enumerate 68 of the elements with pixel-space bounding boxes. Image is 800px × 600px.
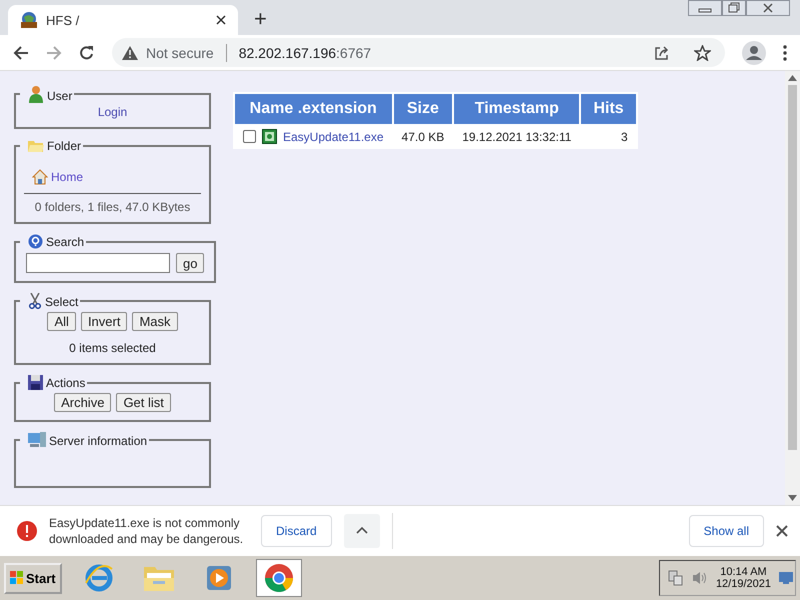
warning-icon bbox=[122, 46, 138, 60]
file-link[interactable]: EasyUpdate11.exe bbox=[283, 130, 384, 144]
minimize-icon[interactable] bbox=[688, 0, 722, 16]
folder-icon bbox=[142, 564, 175, 592]
taskbar-button[interactable] bbox=[256, 559, 302, 597]
go-button[interactable]: go bbox=[176, 253, 204, 273]
scroll-down-icon[interactable] bbox=[788, 495, 797, 501]
new-tab-button[interactable]: + bbox=[254, 7, 267, 31]
close-icon[interactable] bbox=[746, 0, 790, 16]
security-label: Not secure bbox=[146, 44, 214, 60]
action-button[interactable]: Mask bbox=[132, 312, 178, 331]
reload-icon[interactable] bbox=[79, 44, 95, 60]
panel-title: Server information bbox=[49, 434, 148, 448]
star-icon[interactable] bbox=[694, 44, 711, 60]
folder-stats: 0 folders, 1 files, 47.0 KBytes bbox=[34, 200, 192, 214]
column-header[interactable]: Size bbox=[394, 94, 452, 124]
restore-icon[interactable] bbox=[722, 0, 746, 16]
home-link[interactable]: Home bbox=[51, 170, 84, 184]
folder-icon bbox=[28, 139, 44, 153]
scroll-up-icon[interactable] bbox=[788, 75, 797, 81]
clock-date: 12/19/2021 bbox=[716, 578, 771, 590]
help-icon bbox=[28, 234, 43, 249]
selection-count: 0 items selected bbox=[68, 341, 157, 355]
exe-file-icon bbox=[262, 129, 277, 144]
row-checkbox[interactable] bbox=[243, 130, 256, 143]
share-icon[interactable] bbox=[654, 44, 670, 60]
close-icon[interactable] bbox=[776, 524, 788, 536]
discard-button[interactable]: Discard bbox=[261, 514, 332, 546]
person-icon bbox=[28, 85, 44, 103]
house-icon bbox=[32, 169, 48, 185]
scrollbar[interactable] bbox=[785, 71, 800, 505]
start-button[interactable]: Start bbox=[4, 562, 62, 594]
action-button[interactable]: Invert bbox=[80, 312, 128, 331]
browser-e-icon bbox=[84, 563, 114, 593]
action-button[interactable]: All bbox=[47, 312, 76, 331]
column-header[interactable]: Timestamp bbox=[454, 94, 580, 124]
clock-time: 10:14 AM bbox=[720, 566, 767, 578]
panel-title: Select bbox=[45, 295, 78, 309]
back-icon[interactable] bbox=[13, 44, 29, 60]
scissors-icon bbox=[28, 293, 42, 309]
download-warning: EasyUpdate11.exe is not commonly downloaded and may be dangerous. bbox=[49, 514, 244, 546]
panel-title: Actions bbox=[46, 376, 86, 390]
chevron-up-icon[interactable] bbox=[344, 514, 380, 548]
column-header[interactable]: Name .extension bbox=[235, 94, 392, 124]
show-desktop-icon[interactable] bbox=[779, 572, 793, 584]
windows-logo-icon bbox=[10, 571, 24, 585]
action-button[interactable]: Archive bbox=[54, 393, 112, 412]
panel-title: User bbox=[47, 89, 72, 103]
action-button[interactable]: Get list bbox=[116, 393, 171, 412]
scroll-thumb[interactable] bbox=[788, 85, 797, 450]
tab-title: HFS / bbox=[46, 12, 80, 28]
error-icon bbox=[17, 520, 37, 540]
url-text: 82.202.167.196:6767 bbox=[238, 44, 372, 60]
network-icon[interactable] bbox=[668, 570, 684, 586]
panel-title: Folder bbox=[47, 139, 82, 153]
menu-icon[interactable] bbox=[783, 44, 787, 60]
profile-icon[interactable] bbox=[742, 40, 766, 64]
close-icon[interactable] bbox=[216, 15, 226, 25]
show-all-button[interactable]: Show all bbox=[688, 514, 764, 546]
browser-tab[interactable]: HFS / bbox=[8, 5, 238, 35]
column-header[interactable]: Hits bbox=[581, 94, 636, 124]
search-field[interactable] bbox=[26, 253, 170, 273]
chrome-icon bbox=[264, 563, 294, 593]
media-player-icon bbox=[204, 564, 233, 592]
login-link[interactable]: Login bbox=[26, 105, 199, 119]
computer-icon bbox=[28, 432, 46, 448]
panel-title: Search bbox=[46, 235, 84, 249]
address-bar[interactable]: Not secure 82.202.167.196:6767 bbox=[112, 38, 725, 67]
